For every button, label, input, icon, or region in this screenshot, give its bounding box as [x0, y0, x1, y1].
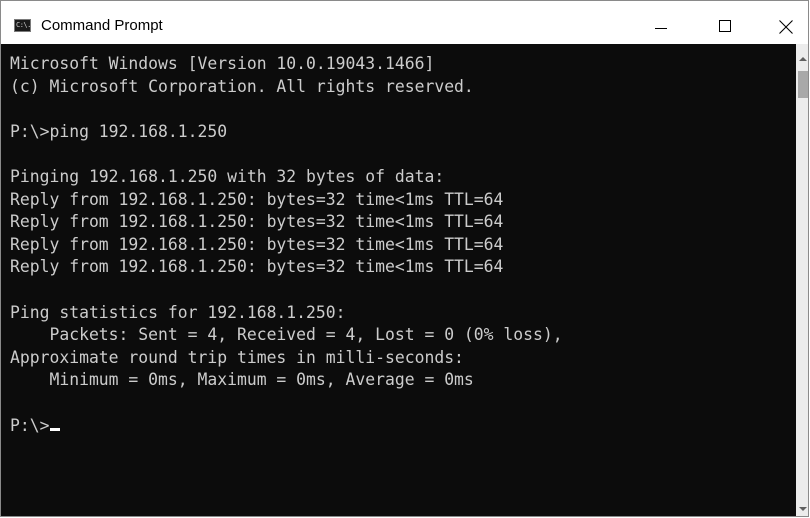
console-line: Minimum = 0ms, Maximum = 0ms, Average = …	[10, 370, 474, 390]
console-line: Reply from 192.168.1.250: bytes=32 time<…	[10, 189, 504, 209]
close-icon	[779, 20, 793, 34]
command-prompt-icon[interactable]: C:\.	[14, 19, 31, 32]
prompt-line[interactable]: P:\>	[10, 415, 796, 438]
maximize-button[interactable]	[702, 1, 748, 44]
console-output[interactable]: Microsoft Windows [Version 10.0.19043.14…	[1, 44, 796, 516]
vertical-scrollbar[interactable]	[796, 44, 808, 516]
console-line: Ping statistics for 192.168.1.250:	[10, 302, 346, 322]
console-line: (c) Microsoft Corporation. All rights re…	[10, 76, 474, 96]
scroll-up-arrow-icon[interactable]	[799, 57, 807, 61]
command-prompt-window: C:\. Command Prompt Microsoft Windows [V…	[0, 0, 809, 517]
console-line: Reply from 192.168.1.250: bytes=32 time<…	[10, 212, 504, 232]
text-cursor	[50, 427, 61, 431]
window-title: Command Prompt	[41, 17, 163, 34]
close-button[interactable]	[763, 1, 808, 44]
console-line: P:\>ping 192.168.1.250	[10, 121, 228, 141]
scroll-down-arrow-icon[interactable]	[799, 507, 807, 511]
console-line: Packets: Sent = 4, Received = 4, Lost = …	[10, 325, 563, 345]
console-line: Pinging 192.168.1.250 with 32 bytes of d…	[10, 166, 445, 186]
console-line: Reply from 192.168.1.250: bytes=32 time<…	[10, 234, 504, 254]
command-prompt-icon-label: C:\.	[16, 21, 31, 29]
console-line: Reply from 192.168.1.250: bytes=32 time<…	[10, 257, 504, 277]
console-line: Microsoft Windows [Version 10.0.19043.14…	[10, 54, 435, 73]
title-bar[interactable]: C:\. Command Prompt	[1, 1, 808, 44]
command-prompt-text: P:\>	[10, 415, 50, 435]
console-line: Approximate round trip times in milli-se…	[10, 347, 464, 367]
minimize-button[interactable]	[639, 1, 685, 44]
scroll-thumb[interactable]	[798, 71, 808, 98]
